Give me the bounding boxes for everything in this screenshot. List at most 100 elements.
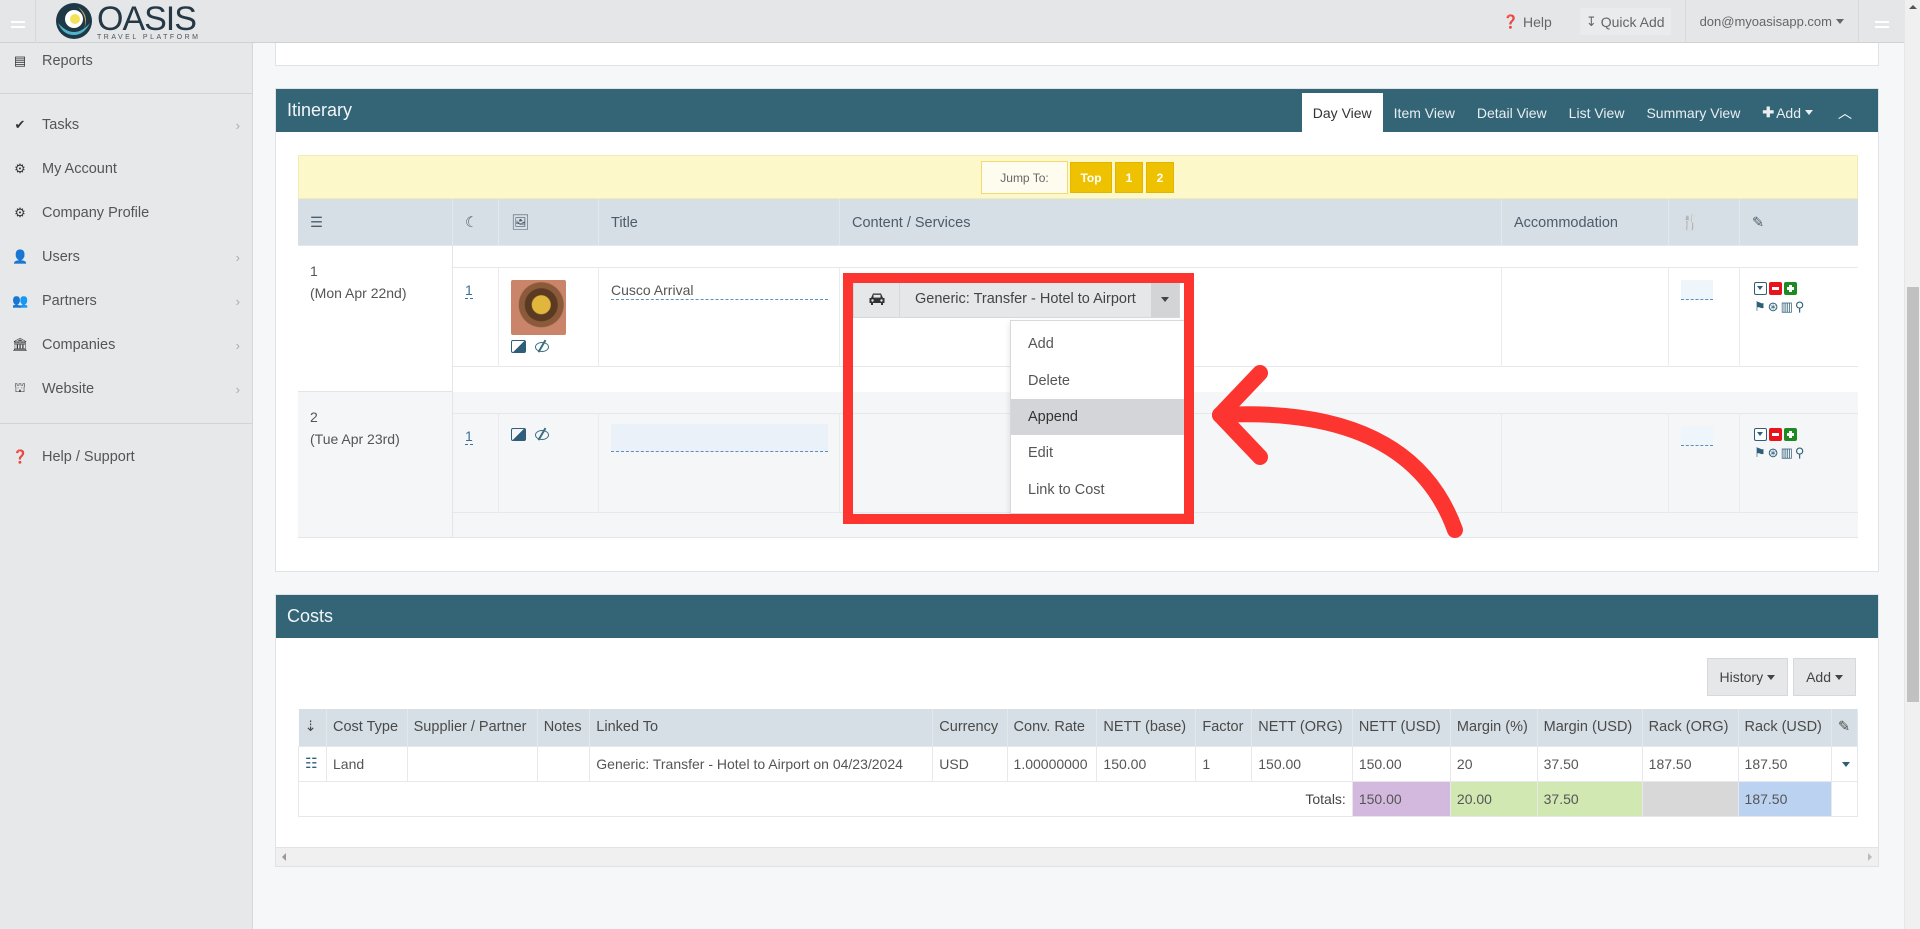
building-icon[interactable]: ▥ xyxy=(1781,446,1793,459)
dropdown-icon[interactable] xyxy=(1754,282,1767,295)
history-button[interactable]: History xyxy=(1706,658,1789,696)
jump-top-button[interactable]: Top xyxy=(1070,162,1112,193)
service-dropdown-toggle[interactable] xyxy=(1150,281,1179,317)
sidebar-item-my-account[interactable]: ⚙ My Account xyxy=(0,151,252,187)
menu-item-append[interactable]: Append xyxy=(1011,398,1184,436)
sidebar-toggle-button[interactable] xyxy=(0,0,36,43)
total-rack-org xyxy=(1641,780,1739,817)
jump-day-2-button[interactable]: 2 xyxy=(1146,162,1174,193)
meals-field[interactable] xyxy=(1681,426,1713,446)
service-type-button[interactable] xyxy=(854,281,900,317)
itinerary-add-button[interactable]: ✚ Add xyxy=(1751,93,1824,132)
user-email: don@myoasisapp.com xyxy=(1699,14,1832,29)
image-icon[interactable] xyxy=(511,340,526,353)
check-icon: ✔ xyxy=(14,117,26,132)
itinerary-title: Itinerary xyxy=(287,100,353,120)
tab-day-view[interactable]: Day View xyxy=(1301,93,1383,132)
scrollbar-thumb[interactable] xyxy=(1907,287,1919,702)
page-scrollbar[interactable] xyxy=(1904,0,1920,929)
sort-icon: ⇣ xyxy=(304,719,317,736)
eye-slash-icon[interactable] xyxy=(534,428,550,440)
cell-notes xyxy=(536,745,591,782)
tab-item-view[interactable]: Item View xyxy=(1383,93,1466,132)
tab-detail-view[interactable]: Detail View xyxy=(1466,93,1558,132)
nights-cell: 1 xyxy=(453,414,499,513)
scroll-left-icon[interactable] xyxy=(282,853,286,861)
scroll-up-icon[interactable] xyxy=(1909,5,1917,9)
day-title-field[interactable] xyxy=(611,424,828,452)
day-spacer xyxy=(453,514,1858,538)
cell-rack-usd: 187.50 xyxy=(1737,745,1833,782)
horizontal-scrollbar[interactable] xyxy=(276,847,1878,866)
sidebar-item-reports[interactable]: ▤ Reports xyxy=(0,43,252,79)
nights-link[interactable]: 1 xyxy=(465,428,473,445)
cell-margin-pct: 20 xyxy=(1449,745,1538,782)
search-icon[interactable]: ⚲ xyxy=(1795,446,1805,459)
flag-icon[interactable]: ⚑ xyxy=(1754,300,1766,313)
day-thumbnail[interactable] xyxy=(511,280,566,335)
edit-column-header: ✎ xyxy=(1740,199,1858,246)
sidebar-item-partners[interactable]: 👥 Partners › xyxy=(0,283,252,319)
add-label: Add xyxy=(1806,669,1831,685)
user-icon: 👤 xyxy=(12,249,29,264)
sort-column-header[interactable]: ⇣ xyxy=(298,709,327,746)
day-title-field[interactable]: Cusco Arrival xyxy=(611,282,828,300)
sidebar-item-tasks[interactable]: ✔ Tasks › xyxy=(0,107,252,143)
dropdown-icon[interactable] xyxy=(1754,428,1767,441)
row-menu-cell[interactable]: ☷ xyxy=(298,745,327,782)
user-menu[interactable]: don@myoasisapp.com xyxy=(1684,0,1858,43)
nights-link[interactable]: 1 xyxy=(465,282,473,299)
menu-item-delete[interactable]: Delete xyxy=(1011,362,1184,398)
cell-nett-usd: 150.00 xyxy=(1351,745,1451,782)
sidebar-divider xyxy=(0,423,252,424)
jump-day-1-button[interactable]: 1 xyxy=(1115,162,1143,193)
jump-bar: Jump To: Top 1 2 xyxy=(298,155,1858,199)
meals-field[interactable] xyxy=(1681,280,1713,300)
search-icon[interactable]: ⚲ xyxy=(1795,300,1805,313)
image-icon: 🖼 xyxy=(511,215,530,231)
utensils-icon: 🍴 xyxy=(1681,215,1700,231)
logo-subtitle: TRAVEL PLATFORM xyxy=(97,33,201,41)
app-logo[interactable]: OASIS TRAVEL PLATFORM xyxy=(54,1,201,41)
help-link[interactable]: ❓ Help xyxy=(1489,0,1566,43)
eye-slash-icon[interactable] xyxy=(534,340,550,352)
service-button-group: Generic: Transfer - Hotel to Airport xyxy=(853,280,1180,318)
binoculars-icon[interactable]: ⊛ xyxy=(1768,446,1779,459)
collapse-button[interactable]: ︿ xyxy=(1824,93,1866,132)
remove-icon[interactable] xyxy=(1769,282,1782,295)
menu-item-add[interactable]: Add xyxy=(1011,326,1184,362)
menu-item-link-to-cost[interactable]: Link to Cost xyxy=(1011,472,1184,508)
binoculars-icon[interactable]: ⊛ xyxy=(1768,300,1779,313)
flag-icon[interactable]: ⚑ xyxy=(1754,446,1766,459)
costs-header: Costs xyxy=(276,595,1878,638)
building-icon[interactable]: ▥ xyxy=(1781,300,1793,313)
image-cell xyxy=(499,414,599,513)
service-label-button[interactable]: Generic: Transfer - Hotel to Airport xyxy=(900,281,1151,317)
arrow-down-icon: ↧ xyxy=(1585,13,1597,29)
add-icon[interactable] xyxy=(1784,428,1797,441)
tab-list-view[interactable]: List View xyxy=(1558,93,1636,132)
sidebar-item-companies[interactable]: 🏛 Companies › xyxy=(0,327,252,363)
accommodation-cell xyxy=(1502,268,1669,367)
car-icon xyxy=(869,293,884,305)
sidebar-item-website[interactable]: ⛫ Website › xyxy=(0,371,252,407)
sidebar-item-help-support[interactable]: ❓ Help / Support xyxy=(0,439,252,475)
tab-summary-view[interactable]: Summary View xyxy=(1635,93,1751,132)
row-dropdown-cell[interactable] xyxy=(1831,745,1858,782)
costs-add-button[interactable]: Add xyxy=(1793,658,1856,696)
scroll-right-icon[interactable] xyxy=(1868,853,1872,861)
menu-item-edit[interactable]: Edit xyxy=(1011,435,1184,471)
sidebar-item-users[interactable]: 👤 Users › xyxy=(0,239,252,275)
cell-supplier xyxy=(406,745,538,782)
quick-add-button[interactable]: ↧ Quick Add xyxy=(1579,8,1671,35)
top-navbar: OASIS TRAVEL PLATFORM ❓ Help ↧ Quick Add d… xyxy=(0,0,1904,43)
history-label: History xyxy=(1719,669,1764,685)
remove-icon[interactable] xyxy=(1769,428,1782,441)
right-menu-button[interactable] xyxy=(1858,0,1904,43)
cell-currency: USD xyxy=(932,745,1008,782)
add-icon[interactable] xyxy=(1784,282,1797,295)
image-icon[interactable] xyxy=(511,428,526,441)
sidebar-item-company-profile[interactable]: ⚙ Company Profile xyxy=(0,195,252,231)
day-column-header[interactable]: ☰ xyxy=(298,199,453,246)
moon-icon: ☾ xyxy=(465,214,478,231)
